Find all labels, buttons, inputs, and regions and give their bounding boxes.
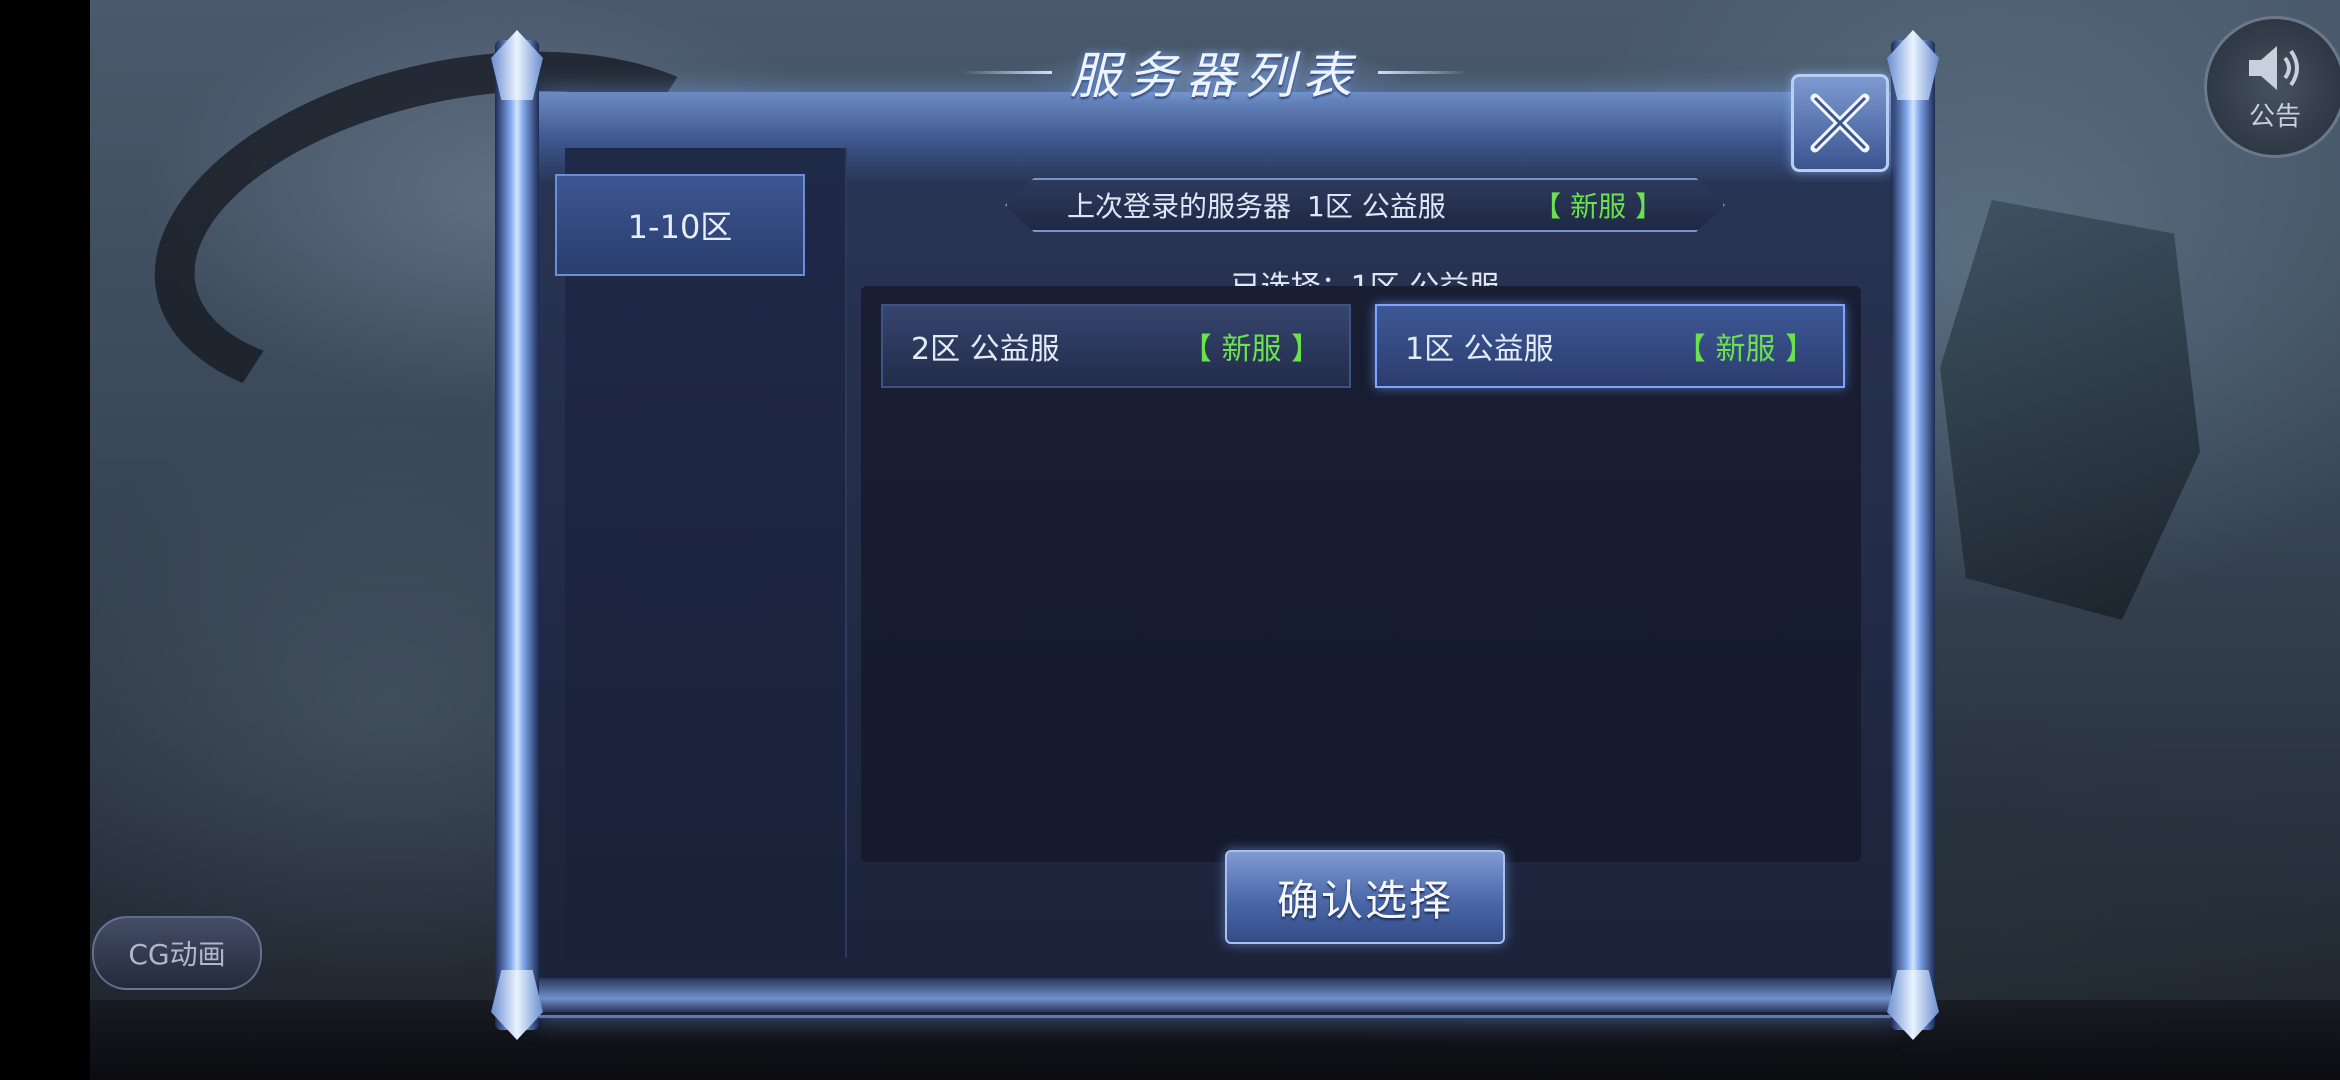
- new-server-badge: 【 新服 】: [1675, 332, 1815, 367]
- dialog-title: 服务器列表: [1070, 47, 1360, 105]
- left-ornament-pillar: [491, 30, 543, 1030]
- server-list-dialog: 服务器列表 1-10区 上次登录的服务器 1区 公益服 【 新服 】 已选择：1…: [491, 30, 1939, 1040]
- dialog-bottom-band: [535, 978, 1895, 1012]
- title-ornament-right: [1378, 70, 1468, 74]
- speaker-icon: [2249, 45, 2299, 90]
- confirm-selection-button[interactable]: 确认选择: [1225, 850, 1505, 944]
- server-name: 1区 公益服: [1405, 332, 1554, 367]
- last-login-banner[interactable]: 上次登录的服务器 1区 公益服 【 新服 】: [1005, 178, 1725, 232]
- server-name: 2区 公益服: [911, 332, 1060, 367]
- server-item-2[interactable]: 2区 公益服 【 新服 】: [881, 304, 1351, 388]
- close-icon: [1810, 93, 1870, 153]
- crystal-bottom-icon: [1887, 970, 1939, 1040]
- announcement-button[interactable]: 公告: [2204, 16, 2340, 158]
- server-item-1[interactable]: 1区 公益服 【 新服 】: [1375, 304, 1845, 388]
- range-tab-1-10[interactable]: 1-10区: [555, 174, 805, 276]
- crystal-bottom-icon: [491, 970, 543, 1040]
- crystal-top-icon: [491, 30, 543, 100]
- letterbox-bar: [0, 0, 90, 1080]
- right-ornament-pillar: [1887, 30, 1939, 1030]
- new-server-badge: 【 新服 】: [1181, 332, 1321, 367]
- cg-animation-button[interactable]: CG动画: [92, 916, 262, 990]
- crystal-top-icon: [1887, 30, 1939, 100]
- background-rock: [1940, 200, 2200, 620]
- last-login-label: 上次登录的服务器: [1067, 190, 1292, 223]
- title-ornament-left: [962, 70, 1052, 74]
- close-button[interactable]: [1791, 74, 1889, 172]
- new-server-badge: 【 新服 】: [1533, 190, 1663, 223]
- announcement-label: 公告: [2248, 101, 2301, 132]
- last-login-server: 1区 公益服: [1307, 190, 1446, 223]
- title-banner: 服务器列表: [925, 30, 1505, 114]
